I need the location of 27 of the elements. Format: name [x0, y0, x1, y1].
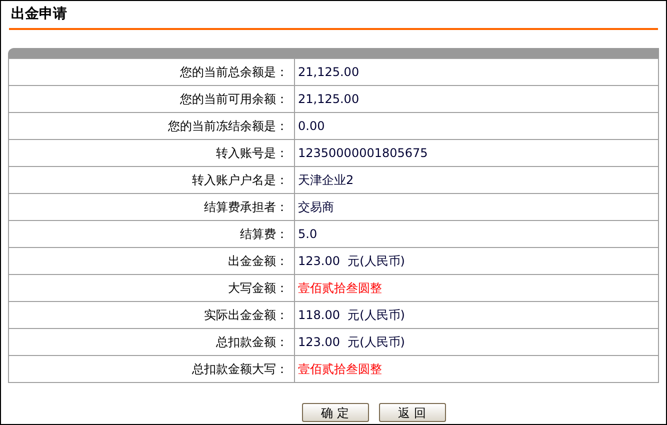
field-value: 123.00 元(人民币)	[294, 328, 658, 356]
field-label: 您的当前冻结余额是：	[8, 112, 294, 140]
field-label: 您的当前可用余额：	[8, 86, 294, 112]
field-value: 21,125.00	[294, 86, 658, 112]
field-value: 壹佰贰拾叁圆整	[294, 274, 658, 302]
page-title: 出金申请	[11, 5, 67, 24]
field-label: 转入账号是：	[8, 140, 294, 166]
form-button[interactable]: 返 回	[378, 403, 446, 422]
field-value: 0.00	[294, 112, 658, 140]
field-label: 总扣款金额：	[8, 328, 294, 356]
field-label: 大写金额：	[8, 274, 294, 302]
field-label: 转入账户户名是：	[8, 166, 294, 194]
field-label: 结算费：	[8, 220, 294, 248]
field-value: 118.00 元(人民币)	[294, 302, 658, 328]
field-label: 实际出金金额：	[8, 302, 294, 328]
field-label: 您的当前总余额是：	[8, 58, 294, 86]
field-label: 结算费承担者：	[8, 194, 294, 220]
field-value: 壹佰贰拾叁圆整	[294, 356, 658, 382]
field-value: 123.00 元(人民币)	[294, 248, 658, 274]
field-value: 交易商	[294, 194, 658, 220]
field-value: 5.0	[294, 220, 658, 248]
field-label: 出金金额：	[8, 248, 294, 274]
field-value: 21,125.00	[294, 58, 658, 86]
field-value: 12350000001805675	[294, 140, 658, 166]
field-value: 天津企业2	[294, 166, 658, 194]
form-button[interactable]: 确 定	[302, 403, 368, 422]
field-label: 总扣款金额大写：	[8, 356, 294, 382]
